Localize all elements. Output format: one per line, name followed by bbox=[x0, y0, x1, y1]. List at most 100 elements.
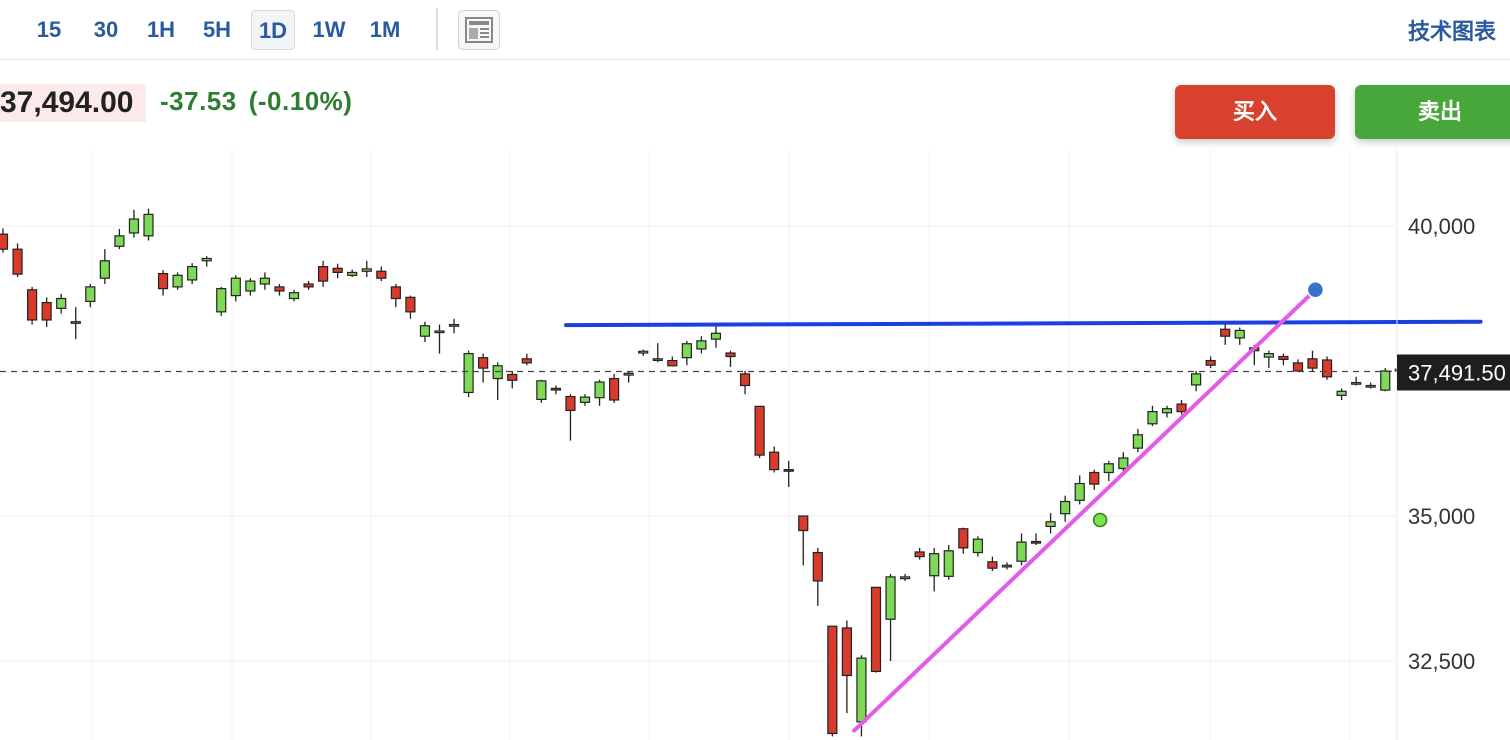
timeframe-1w[interactable]: 1W bbox=[306, 10, 352, 50]
candle-body bbox=[448, 324, 460, 327]
candle-body bbox=[1060, 500, 1071, 515]
last-price: 37,494.00 bbox=[0, 84, 146, 122]
candle-body bbox=[507, 373, 518, 381]
candle-body bbox=[1220, 328, 1231, 337]
y-tick-label: 35,000 bbox=[1408, 504, 1475, 529]
candle-body bbox=[1234, 329, 1245, 339]
candle-body bbox=[303, 283, 314, 288]
candle-body bbox=[1103, 463, 1114, 474]
candle-body bbox=[259, 277, 270, 285]
candle-body bbox=[1307, 358, 1318, 369]
candle-body bbox=[492, 365, 503, 380]
y-tick-label: 40,000 bbox=[1408, 214, 1475, 239]
sell-button[interactable]: 卖出 bbox=[1355, 85, 1510, 139]
candle-body bbox=[550, 387, 562, 391]
candle-body bbox=[914, 551, 925, 558]
y-tick-label: 32,500 bbox=[1408, 649, 1475, 674]
candle-body bbox=[1190, 373, 1202, 386]
trend-line-handle bbox=[1306, 281, 1325, 299]
candle-body bbox=[157, 272, 169, 290]
candles bbox=[0, 208, 1405, 737]
candle-body bbox=[899, 576, 911, 580]
timeframe-15[interactable]: 15 bbox=[30, 10, 68, 50]
buy-button[interactable]: 买入 bbox=[1175, 85, 1335, 139]
candle-body bbox=[827, 625, 838, 735]
candle-body bbox=[958, 528, 969, 549]
candle-body bbox=[434, 330, 445, 334]
candle-body bbox=[318, 265, 329, 282]
price-change: -37.53 (-0.10%) bbox=[160, 86, 352, 117]
candlestick-chart[interactable]: 40,000 35,000 32,500 37,491.50 bbox=[0, 150, 1510, 740]
candle-body bbox=[1278, 355, 1289, 361]
timeframe-1m[interactable]: 1M bbox=[362, 10, 408, 50]
timeframe-30[interactable]: 30 bbox=[84, 10, 128, 50]
candle-body bbox=[1351, 382, 1362, 385]
candle-body bbox=[667, 359, 678, 367]
candle-body bbox=[812, 551, 823, 582]
candle-body bbox=[638, 350, 649, 354]
candle-body bbox=[1205, 359, 1216, 366]
candle-body bbox=[1336, 390, 1347, 396]
candle-body bbox=[0, 233, 9, 250]
candle-body bbox=[419, 325, 431, 337]
candle-body bbox=[128, 218, 140, 234]
candle-body bbox=[1118, 457, 1129, 470]
candle-body bbox=[463, 353, 474, 394]
candle-body bbox=[696, 340, 707, 350]
candle-body bbox=[201, 257, 212, 262]
timeframe-1d[interactable]: 1D bbox=[251, 10, 295, 50]
candle-body bbox=[288, 292, 300, 300]
candle-body bbox=[70, 321, 81, 324]
candle-body bbox=[885, 576, 896, 620]
candle-body bbox=[187, 265, 198, 281]
horizontal-line-drawing bbox=[564, 319, 1483, 328]
candle-body bbox=[1365, 384, 1376, 388]
candle-body bbox=[1089, 471, 1100, 485]
candle-body bbox=[230, 277, 241, 297]
candle-body bbox=[623, 372, 634, 376]
candle-body bbox=[1001, 564, 1013, 568]
candle-body bbox=[1016, 541, 1027, 562]
candle-body bbox=[1147, 411, 1158, 425]
candle-body bbox=[56, 297, 67, 309]
candle-body bbox=[1045, 521, 1056, 528]
candle-body bbox=[1321, 359, 1333, 378]
candle-body bbox=[332, 267, 343, 273]
candle-body bbox=[652, 358, 663, 362]
candle-body bbox=[521, 358, 532, 364]
timeframe-1h[interactable]: 1H bbox=[140, 10, 182, 50]
candle-body bbox=[594, 381, 605, 399]
candle-body bbox=[114, 235, 125, 247]
timeframe-toolbar: 15 30 1H 5H 1D 1W 1M 技术图表 bbox=[0, 0, 1510, 60]
candle-body bbox=[12, 248, 23, 275]
candle-body bbox=[347, 271, 358, 276]
candle-body bbox=[565, 395, 576, 412]
candle-body bbox=[85, 286, 96, 302]
price-axis: 40,000 35,000 32,500 37,491.50 bbox=[1396, 150, 1510, 740]
candle-body bbox=[376, 270, 387, 279]
candle-body bbox=[1176, 403, 1187, 413]
candle-body bbox=[783, 469, 794, 472]
candle-body bbox=[1380, 370, 1391, 391]
candle-body bbox=[754, 405, 765, 456]
candle-body bbox=[929, 553, 940, 577]
candle-body bbox=[608, 377, 620, 401]
candle-body bbox=[1132, 434, 1144, 449]
candle-body bbox=[987, 561, 998, 569]
candle-body bbox=[579, 396, 591, 403]
grid bbox=[0, 150, 1395, 740]
candle-body bbox=[99, 260, 110, 279]
candle-body bbox=[27, 289, 38, 321]
technical-chart-link[interactable]: 技术图表 bbox=[1408, 14, 1496, 46]
trend-line-handle bbox=[1092, 512, 1108, 528]
candle-body bbox=[972, 538, 983, 554]
timeframe-5h[interactable]: 5H bbox=[194, 10, 240, 50]
candle-body bbox=[769, 451, 780, 471]
candle-body bbox=[143, 213, 154, 237]
trend-line-drawing bbox=[852, 287, 1318, 733]
candle-body bbox=[536, 380, 547, 401]
candle-body bbox=[172, 274, 183, 288]
layout-button[interactable] bbox=[458, 10, 500, 50]
candle-body bbox=[725, 352, 736, 358]
candle-body bbox=[390, 286, 401, 300]
